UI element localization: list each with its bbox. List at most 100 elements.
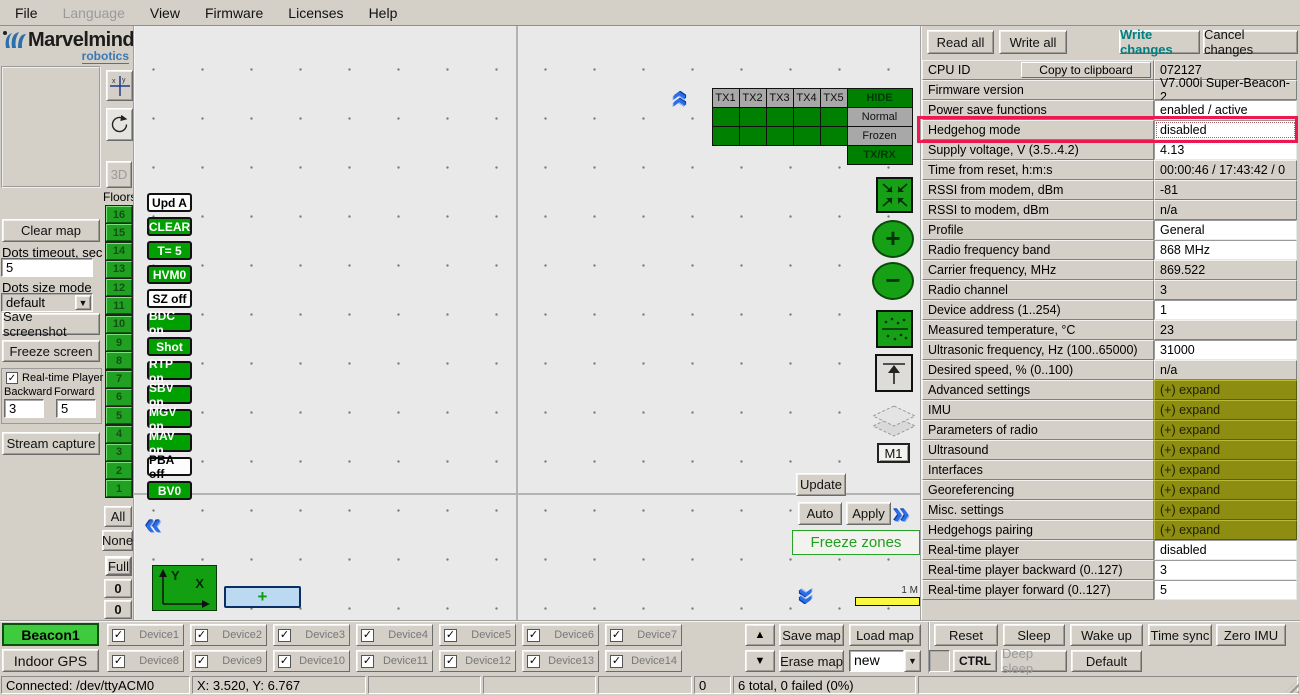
checkbox-checked-icon[interactable]: ✓ bbox=[278, 655, 291, 668]
mode-button-upd-a[interactable]: Upd A bbox=[147, 193, 192, 212]
mode-button-mav-on[interactable]: MAV on bbox=[147, 433, 192, 452]
pan-up-icon[interactable]: « bbox=[669, 91, 691, 102]
param-value-supply-voltage-v-3-5-4-2[interactable]: 4.13 bbox=[1154, 140, 1297, 160]
threed-button[interactable]: 3D bbox=[106, 161, 132, 188]
checkbox-checked-icon[interactable]: ✓ bbox=[361, 629, 374, 642]
zoom-out-icon[interactable]: − bbox=[872, 262, 914, 300]
indoor-gps-tab[interactable]: Indoor GPS bbox=[2, 649, 99, 672]
tx-cell[interactable] bbox=[712, 107, 740, 127]
default-button[interactable]: Default bbox=[1071, 650, 1142, 672]
dots-timeout-input[interactable]: 5 bbox=[1, 258, 93, 277]
checkbox-checked-icon[interactable]: ✓ bbox=[195, 629, 208, 642]
menu-file[interactable]: File bbox=[8, 2, 45, 24]
checkbox-checked-icon[interactable]: ✓ bbox=[610, 629, 623, 642]
floor-button-16[interactable]: 16 bbox=[106, 206, 132, 223]
realtime-player-checkbox[interactable]: ✓ bbox=[6, 372, 18, 384]
param-value-radio-frequency-band[interactable]: 868 MHz bbox=[1154, 240, 1297, 260]
update-button[interactable]: Update bbox=[796, 473, 846, 496]
tx-cell[interactable] bbox=[793, 126, 821, 146]
upload-map-icon[interactable] bbox=[875, 354, 913, 392]
param-value-real-time-player-backward-0-127[interactable]: 3 bbox=[1154, 560, 1297, 580]
param-value-parameters-of-radio[interactable]: (+) expand bbox=[1154, 420, 1297, 440]
checkbox-checked-icon[interactable]: ✓ bbox=[112, 629, 125, 642]
floor-button-7[interactable]: 7 bbox=[106, 371, 132, 388]
save-map-button[interactable]: Save map bbox=[779, 624, 844, 646]
mode-button-hvm0[interactable]: HVM0 bbox=[147, 265, 192, 284]
map-select-dropdown-arrow-icon[interactable]: ▼ bbox=[904, 650, 921, 672]
checkbox-checked-icon[interactable]: ✓ bbox=[610, 655, 623, 668]
erase-map-button[interactable]: Erase map bbox=[779, 650, 844, 672]
param-value-interfaces[interactable]: (+) expand bbox=[1154, 460, 1297, 480]
axis-view-button[interactable]: xy bbox=[106, 70, 133, 101]
floor-button-4[interactable]: 4 bbox=[106, 426, 132, 443]
param-value-ultrasonic-frequency-hz-100-65000[interactable]: 31000 bbox=[1154, 340, 1297, 360]
floor-button-11[interactable]: 11 bbox=[106, 297, 132, 314]
tx-cell[interactable] bbox=[739, 107, 767, 127]
load-map-button[interactable]: Load map bbox=[849, 624, 921, 646]
mode-button-mgv-on[interactable]: MGV on bbox=[147, 409, 192, 428]
param-value-device-address-1-254[interactable]: 1 bbox=[1154, 300, 1297, 320]
device-toggle-device6[interactable]: ✓Device6 bbox=[522, 624, 599, 646]
menu-licenses[interactable]: Licenses bbox=[281, 2, 350, 24]
mode-button-rtp-on[interactable]: RTP on bbox=[147, 361, 192, 380]
param-value-profile[interactable]: General bbox=[1154, 220, 1297, 240]
mode-button-clear[interactable]: CLEAR bbox=[147, 217, 192, 236]
device-toggle-device8[interactable]: ✓Device8 bbox=[107, 650, 184, 672]
forward-input[interactable]: 5 bbox=[56, 399, 96, 418]
mode-button-bdc-on[interactable]: BDC on bbox=[147, 313, 192, 332]
mode-button-shot[interactable]: Shot bbox=[147, 337, 192, 356]
device-toggle-device7[interactable]: ✓Device7 bbox=[605, 624, 682, 646]
ctrl-checkbox[interactable] bbox=[929, 650, 950, 672]
param-value-hedgehogs-pairing[interactable]: (+) expand bbox=[1154, 520, 1297, 540]
stream-capture-button[interactable]: Stream capture bbox=[2, 432, 100, 455]
checkbox-checked-icon[interactable]: ✓ bbox=[444, 655, 457, 668]
reset-button[interactable]: Reset bbox=[934, 624, 998, 646]
floor-button-6[interactable]: 6 bbox=[106, 389, 132, 406]
mode-button-sz-off[interactable]: SZ off bbox=[147, 289, 192, 308]
floor-button-5[interactable]: 5 bbox=[106, 407, 132, 424]
tx-cell[interactable] bbox=[793, 107, 821, 127]
layers-icon[interactable] bbox=[871, 402, 917, 442]
device-toggle-device11[interactable]: ✓Device11 bbox=[356, 650, 433, 672]
read-all-button[interactable]: Read all bbox=[927, 30, 994, 54]
tx-header-tx5[interactable]: TX5 bbox=[820, 88, 848, 108]
menu-firmware[interactable]: Firmware bbox=[198, 2, 270, 24]
floor-button-1[interactable]: 1 bbox=[106, 480, 132, 497]
tx-cell[interactable] bbox=[766, 126, 794, 146]
save-screenshot-button[interactable]: Save screenshot bbox=[2, 313, 100, 335]
tx-frozen-button[interactable]: Frozen bbox=[847, 126, 913, 146]
freeze-zones-button[interactable]: Freeze zones bbox=[792, 530, 920, 555]
pan-right-icon[interactable]: » bbox=[893, 503, 904, 525]
device-toggle-device10[interactable]: ✓Device10 bbox=[273, 650, 350, 672]
tx-header-tx3[interactable]: TX3 bbox=[766, 88, 794, 108]
mode-button-sbv-on[interactable]: SBV on bbox=[147, 385, 192, 404]
clear-map-button[interactable]: Clear map bbox=[2, 219, 100, 242]
beacon-tab[interactable]: Beacon1 bbox=[2, 623, 99, 646]
device-toggle-device5[interactable]: ✓Device5 bbox=[439, 624, 516, 646]
floor-button-12[interactable]: 12 bbox=[106, 279, 132, 296]
tx-normal-button[interactable]: Normal bbox=[847, 107, 913, 127]
tx-cell[interactable] bbox=[820, 107, 848, 127]
checkbox-checked-icon[interactable]: ✓ bbox=[195, 655, 208, 668]
pan-left-icon[interactable]: « bbox=[145, 514, 156, 536]
device-toggle-device1[interactable]: ✓Device1 bbox=[107, 624, 184, 646]
write-all-button[interactable]: Write all bbox=[999, 30, 1067, 54]
param-value-ultrasound[interactable]: (+) expand bbox=[1154, 440, 1297, 460]
param-value-real-time-player[interactable]: disabled bbox=[1154, 540, 1297, 560]
device-toggle-device2[interactable]: ✓Device2 bbox=[190, 624, 267, 646]
floors-full-button[interactable]: Full bbox=[105, 556, 132, 576]
checkbox-checked-icon[interactable]: ✓ bbox=[527, 655, 540, 668]
rotate-view-button[interactable] bbox=[106, 108, 133, 141]
device-toggle-device4[interactable]: ✓Device4 bbox=[356, 624, 433, 646]
param-value-real-time-player-forward-0-127[interactable]: 5 bbox=[1154, 580, 1297, 600]
floor-button-15[interactable]: 15 bbox=[106, 224, 132, 241]
device-toggle-device3[interactable]: ✓Device3 bbox=[273, 624, 350, 646]
checkbox-checked-icon[interactable]: ✓ bbox=[527, 629, 540, 642]
device-toggle-device9[interactable]: ✓Device9 bbox=[190, 650, 267, 672]
tx-cell[interactable] bbox=[739, 126, 767, 146]
tx-hide-button[interactable]: HIDE bbox=[847, 88, 913, 108]
pan-down-icon[interactable]: « bbox=[793, 594, 815, 605]
devices-scroll-down-button[interactable]: ▼ bbox=[745, 650, 775, 672]
tx-cell[interactable] bbox=[820, 126, 848, 146]
dots-display-icon[interactable] bbox=[876, 310, 913, 348]
